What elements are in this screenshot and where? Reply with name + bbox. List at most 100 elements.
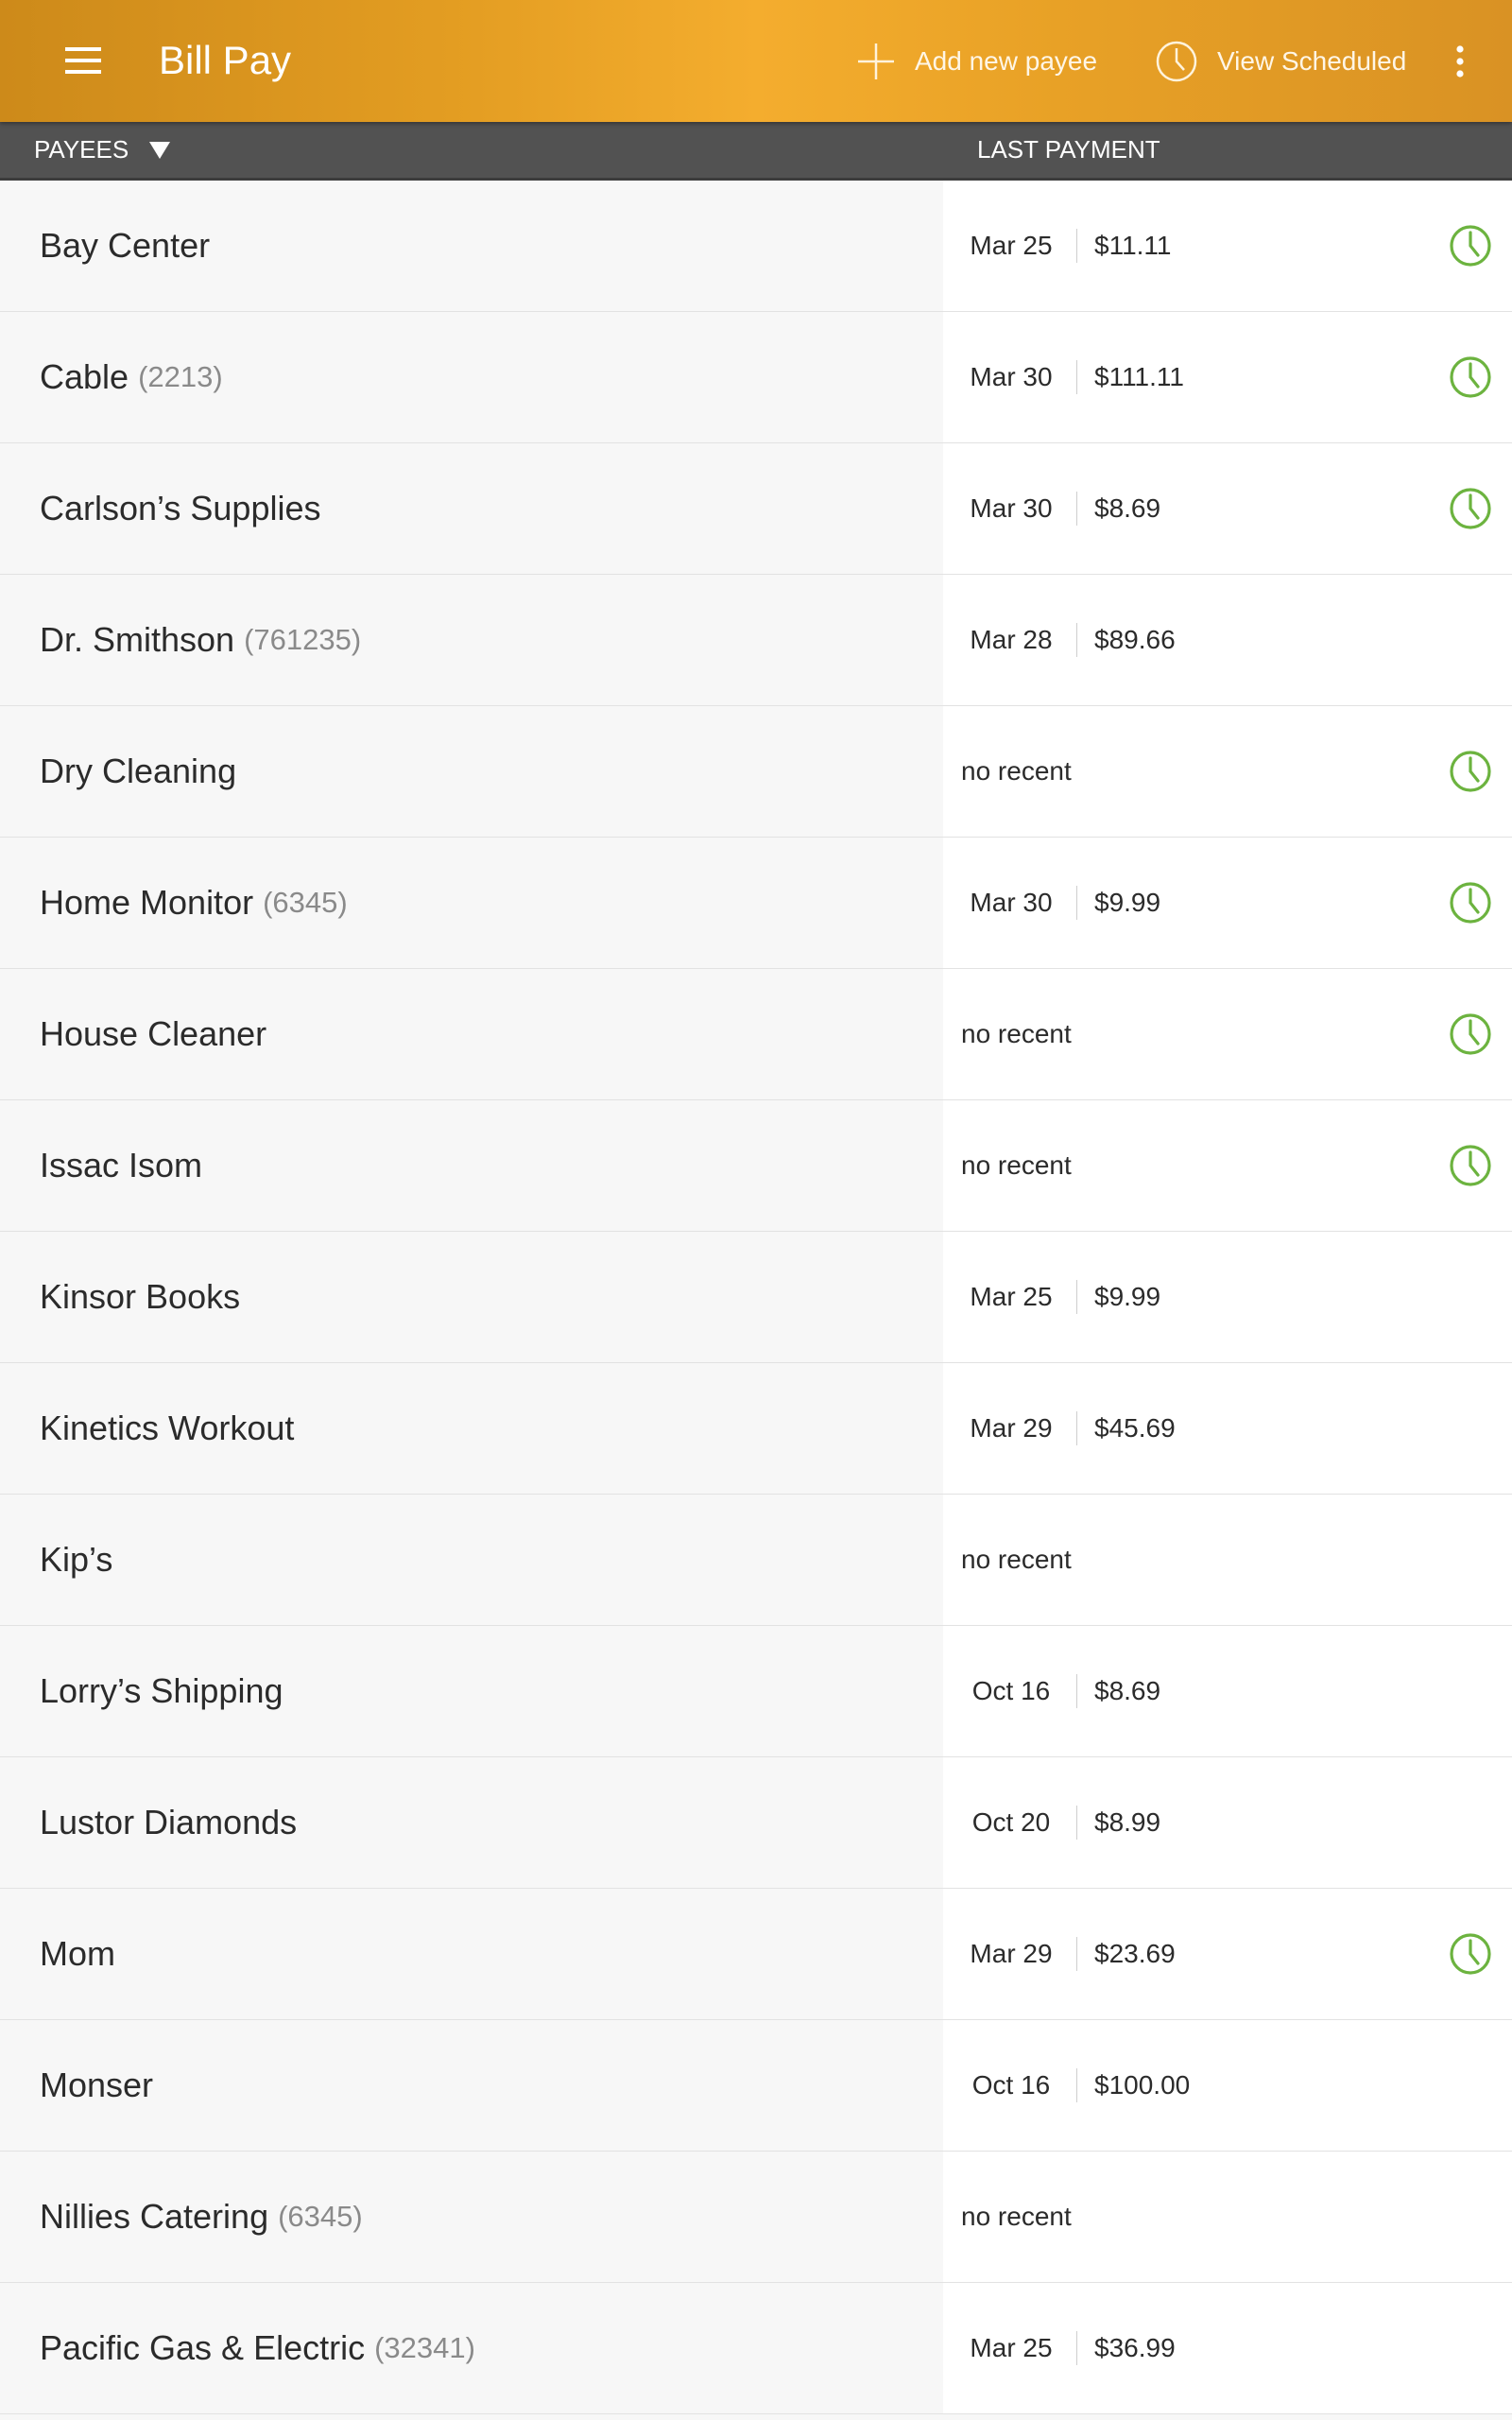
scheduled-clock-icon: [1450, 488, 1491, 529]
last-payment-date: Mar 29: [970, 1413, 1053, 1443]
payee-name: House Cleaner: [40, 1014, 267, 1053]
last-payment-date: Mar 30: [970, 362, 1053, 391]
payee-cell: [0, 1889, 943, 2019]
payee-name: Pacific Gas & Electric: [40, 2328, 366, 2367]
payee-name-wrap: House Cleaner: [40, 969, 266, 1099]
payee-name: Kinetics Workout: [40, 1409, 295, 1447]
plus-icon: [856, 42, 896, 81]
payee-name-wrap: Mom: [40, 1889, 115, 2019]
payee-name-wrap: Lorry’s Shipping: [40, 1626, 283, 1756]
payee-row[interactable]: Monser Oct 16 $100.00: [0, 2020, 1512, 2152]
scheduled-payment-button[interactable]: [1448, 749, 1493, 794]
last-payment-amount: $8.69: [1094, 493, 1161, 523]
payee-name: Bay Center: [40, 226, 211, 265]
last-payment-amount: $9.99: [1094, 888, 1161, 917]
payee-name: Dr. Smithson: [40, 620, 235, 659]
scheduled-payment-button[interactable]: [1448, 486, 1493, 531]
vertical-dots-icon: [1456, 45, 1464, 78]
scheduled-payment-button[interactable]: [1448, 1011, 1493, 1057]
payee-row[interactable]: Kip’s no recent: [0, 1495, 1512, 1626]
no-recent-payment-text: no recent: [961, 1019, 1072, 1048]
payee-row[interactable]: Kinetics Workout Mar 29 $45.69: [0, 1363, 1512, 1495]
last-payment-date: Mar 30: [970, 493, 1053, 523]
payee-row[interactable]: Nillies Catering (6345) no recent: [0, 2152, 1512, 2283]
payee-name-wrap: Monser: [40, 2020, 153, 2151]
payee-row[interactable]: Home Monitor (6345) Mar 30 $9.99: [0, 838, 1512, 969]
payee-row[interactable]: Issac Isom no recent: [0, 1100, 1512, 1232]
last-payment-amount: $9.99: [1094, 1282, 1161, 1311]
payee-row[interactable]: Lustor Diamonds Oct 20 $8.99: [0, 1757, 1512, 1889]
add-new-payee-label: Add new payee: [915, 46, 1098, 76]
view-scheduled-button[interactable]: View Scheduled: [1155, 28, 1406, 95]
no-recent-payment-text: no recent: [961, 1545, 1072, 1574]
scheduled-payment-button[interactable]: [1448, 880, 1493, 925]
payee-row[interactable]: Cable (2213) Mar 30 $111.11: [0, 312, 1512, 443]
payee-account-number: (6345): [278, 2200, 363, 2233]
payee-name-wrap: Kinsor Books: [40, 1232, 240, 1362]
scheduled-payment-button[interactable]: [1448, 354, 1493, 400]
payee-account-number: (32341): [374, 2331, 475, 2364]
page-title: Bill Pay: [159, 38, 292, 82]
payee-name-wrap: Pacific Gas & Electric (32341): [40, 2283, 475, 2413]
no-recent-payment-text: no recent: [961, 756, 1072, 786]
date-amount-divider: [1076, 2068, 1077, 2102]
clock-icon: [1155, 40, 1198, 83]
date-amount-divider: [1076, 360, 1077, 394]
payee-account-number: (2213): [138, 360, 223, 393]
payee-row[interactable]: Lorry’s Shipping Oct 16 $8.69: [0, 1626, 1512, 1757]
date-amount-divider: [1076, 1280, 1077, 1314]
payee-account-number: (6345): [263, 886, 348, 919]
date-amount-divider: [1076, 2331, 1077, 2365]
last-payment-date: Mar 25: [970, 231, 1053, 260]
scheduled-clock-icon: [1450, 225, 1491, 267]
payee-row[interactable]: Dry Cleaning no recent: [0, 706, 1512, 838]
last-payment-date: Mar 29: [970, 1939, 1053, 1968]
payee-row[interactable]: Dr. Smithson (761235) Mar 28 $89.66: [0, 575, 1512, 706]
no-recent-payment-text: no recent: [961, 2202, 1072, 2231]
payee-name: Kinsor Books: [40, 1277, 241, 1316]
date-amount-divider: [1076, 623, 1077, 657]
last-payment-date: Oct 16: [971, 2070, 1051, 2100]
add-new-payee-button[interactable]: Add new payee: [856, 28, 1097, 95]
payee-row[interactable]: Mom Mar 29 $23.69: [0, 1889, 1512, 2020]
payee-name: Mom: [40, 1934, 115, 1973]
payee-name-wrap: Bay Center: [40, 181, 210, 311]
scheduled-clock-icon: [1450, 356, 1491, 398]
scheduled-clock-icon: [1450, 882, 1491, 924]
last-payment-date: Oct 20: [971, 1807, 1051, 1837]
payees-sort-dropdown[interactable]: PAYEES: [34, 122, 171, 178]
payee-row[interactable]: Bay Center Mar 25 $11.11: [0, 181, 1512, 312]
last-payment-amount: $36.99: [1094, 2333, 1176, 2362]
payee-cell: [0, 1495, 943, 1625]
payee-row[interactable]: House Cleaner no recent: [0, 969, 1512, 1100]
scheduled-payment-button[interactable]: [1448, 1931, 1493, 1977]
date-amount-divider: [1076, 1674, 1077, 1708]
bill-pay-screen: Bill Pay Add new payee View Scheduled PA…: [0, 0, 1512, 2420]
payee-name-wrap: Cable (2213): [40, 312, 223, 442]
date-amount-divider: [1076, 1411, 1077, 1445]
payee-name-wrap: Carlson’s Supplies: [40, 443, 321, 574]
last-payment-amount: $45.69: [1094, 1413, 1176, 1443]
payee-row[interactable]: Kinsor Books Mar 25 $9.99: [0, 1232, 1512, 1363]
overflow-menu-button[interactable]: [1436, 28, 1484, 95]
scheduled-clock-icon: [1450, 1933, 1491, 1975]
payee-name-wrap: Dr. Smithson (761235): [40, 575, 361, 705]
payee-name: Home Monitor: [40, 883, 254, 922]
payee-name: Nillies Catering: [40, 2197, 269, 2236]
last-payment-date: Oct 16: [971, 1676, 1051, 1705]
app-bar: Bill Pay Add new payee View Scheduled: [0, 0, 1512, 122]
date-amount-divider: [1076, 492, 1077, 526]
last-payment-date: Mar 30: [970, 888, 1053, 917]
payee-name-wrap: Lustor Diamonds: [40, 1757, 297, 1888]
payee-name-wrap: Nillies Catering (6345): [40, 2152, 363, 2282]
payee-row[interactable]: Carlson’s Supplies Mar 30 $8.69: [0, 443, 1512, 575]
scheduled-payment-button[interactable]: [1448, 223, 1493, 268]
scheduled-payment-button[interactable]: [1448, 1143, 1493, 1188]
hamburger-menu-icon: [65, 47, 101, 74]
date-amount-divider: [1076, 1937, 1077, 1971]
scheduled-clock-icon: [1450, 1013, 1491, 1055]
menu-button[interactable]: [49, 31, 117, 90]
payee-row[interactable]: Pacific Gas & Electric (32341) Mar 25 $3…: [0, 2283, 1512, 2414]
payee-name-wrap: Kip’s: [40, 1495, 112, 1625]
payee-name: Monser: [40, 2066, 154, 2104]
